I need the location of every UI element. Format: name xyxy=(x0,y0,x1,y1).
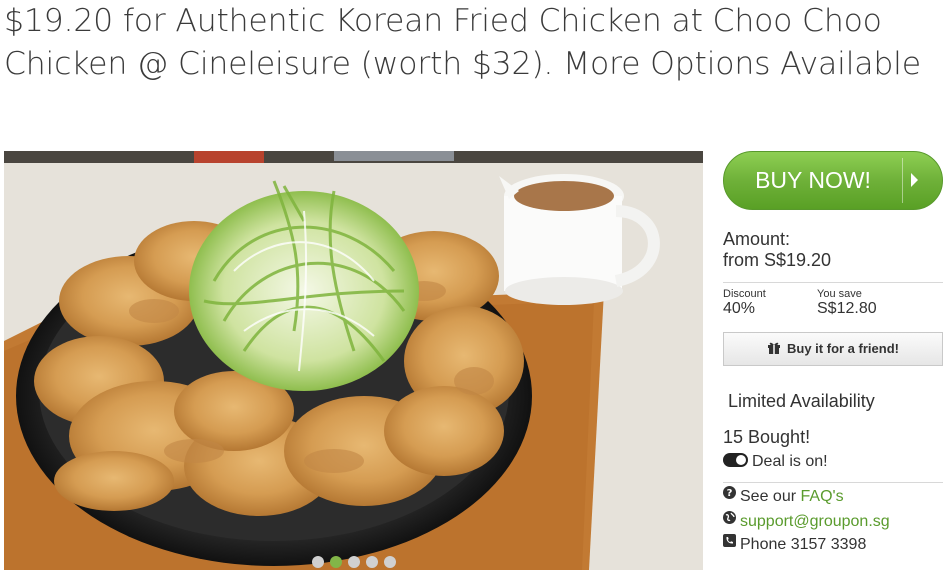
buy-now-button[interactable]: BUY NOW! xyxy=(723,151,943,210)
gallery-dot[interactable] xyxy=(347,556,360,568)
buy-for-friend-label: Buy it for a friend! xyxy=(787,341,899,356)
gallery-dot-active[interactable] xyxy=(329,556,342,568)
support-email-link[interactable]: support@groupon.sg xyxy=(740,513,890,530)
faq-link[interactable]: FAQ's xyxy=(801,488,844,505)
discount-label: Discount xyxy=(723,288,766,300)
buy-now-label: BUY NOW! xyxy=(755,167,871,193)
gallery-dot[interactable] xyxy=(365,556,378,568)
question-circle-icon: ? xyxy=(723,485,736,505)
svg-text:?: ? xyxy=(727,488,733,499)
bought-count: 15 Bought! xyxy=(723,427,811,447)
see-our-text: See our xyxy=(740,488,797,505)
fried-chicken-image xyxy=(4,151,703,570)
deal-status-text: Deal is on! xyxy=(752,453,828,470)
amount-label: Amount: xyxy=(723,229,791,249)
divider xyxy=(723,282,943,283)
deal-title: $19.20 for Authentic Korean Fried Chicke… xyxy=(4,3,921,82)
phone-icon xyxy=(723,533,736,553)
deal-status: Deal is on! xyxy=(723,452,828,472)
you-save-label: You save xyxy=(817,288,862,300)
amount-value: from S$19.20 xyxy=(723,250,832,270)
email-row: support@groupon.sg xyxy=(723,510,890,532)
buy-for-friend-button[interactable]: Buy it for a friend! xyxy=(723,332,943,366)
gallery-dot[interactable] xyxy=(383,556,396,568)
buy-divider xyxy=(902,158,903,203)
gallery-dot[interactable] xyxy=(311,556,324,568)
divider xyxy=(723,482,943,483)
phone-row: Phone 3157 3398 xyxy=(723,533,867,555)
gift-icon xyxy=(767,334,781,366)
availability-text: Limited Availability xyxy=(728,391,875,411)
faq-row: ? See our FAQ's xyxy=(723,485,844,507)
discount-value: 40% xyxy=(723,300,756,317)
deal-photo[interactable] xyxy=(4,151,703,570)
support-phone: Phone 3157 3398 xyxy=(740,536,867,553)
globe-icon xyxy=(723,510,736,530)
toggle-on-icon xyxy=(723,453,748,468)
gallery-dots xyxy=(4,556,703,568)
chevron-right-icon xyxy=(911,173,918,187)
you-save-value: S$12.80 xyxy=(817,300,877,317)
